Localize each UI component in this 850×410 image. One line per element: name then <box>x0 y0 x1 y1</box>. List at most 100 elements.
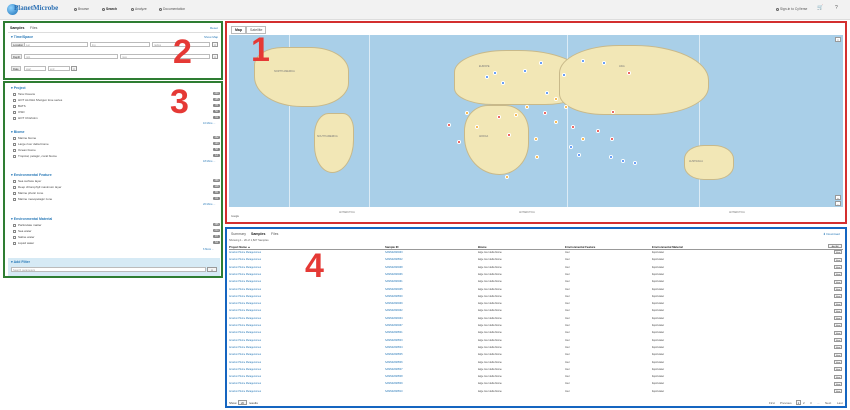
date-remove-button[interactable]: × <box>71 66 77 71</box>
table-cell-sample[interactable]: SAMN02628497 <box>385 324 403 327</box>
table-cell-project[interactable]: Amazon Plume Metagenomes <box>229 382 261 385</box>
facet-item[interactable]: Marine mesopelagic zone <box>13 197 52 201</box>
map-marker-red[interactable] <box>610 137 614 141</box>
checkbox[interactable] <box>13 197 16 201</box>
facet-item[interactable]: Liquid water <box>13 241 34 245</box>
checkbox[interactable] <box>13 142 16 146</box>
table-cell-project[interactable]: Amazon Plume Metagenomes <box>229 288 261 291</box>
page-3[interactable]: 3 <box>810 401 812 405</box>
map-marker-orange[interactable] <box>465 111 469 115</box>
more-link[interactable]: 20 More ... <box>203 203 215 206</box>
depth-min-input[interactable]: min <box>24 54 118 59</box>
table-cell-sample[interactable]: SAMN02628494 <box>385 317 403 320</box>
page-next[interactable]: Next <box>825 401 831 405</box>
row-view-button[interactable]: View <box>834 316 842 321</box>
table-cell-project[interactable]: Amazon Plume Metagenomes <box>229 273 261 276</box>
table-cell-project[interactable]: Amazon Plume Metagenomes <box>229 251 261 254</box>
table-cell-sample[interactable]: SAMN02628503 <box>385 339 403 342</box>
table-cell-project[interactable]: Amazon Plume Metagenomes <box>229 346 261 349</box>
map-marker-orange[interactable] <box>505 175 509 179</box>
table-cell-project[interactable]: Amazon Plume Metagenomes <box>229 309 261 312</box>
brand-logo[interactable]: PlanetMicrobe <box>7 4 58 15</box>
row-view-button[interactable]: View <box>834 345 842 350</box>
map-marker-red[interactable] <box>627 71 631 75</box>
table-cell-sample[interactable]: SAMN02628510 <box>385 390 403 393</box>
table-cell-project[interactable]: Amazon Plume Metagenomes <box>229 258 261 261</box>
facet-item[interactable]: Saline water <box>13 235 35 239</box>
checkbox[interactable] <box>13 116 16 120</box>
facet-item[interactable]: Particulate matter <box>13 223 42 227</box>
facet-item[interactable]: Tara Oceans <box>13 92 35 96</box>
show-map-link[interactable]: Show Map <box>204 35 218 39</box>
world-map[interactable]: NORTH AMERICA SOUTH AMERICA EUROPE AFRIC… <box>229 35 843 221</box>
table-cell-sample[interactable]: SAMN02628493 <box>385 251 403 254</box>
map-marker-red[interactable] <box>543 111 547 115</box>
checkbox[interactable] <box>13 104 16 108</box>
page-last[interactable]: Last <box>837 401 843 405</box>
depth-max-input[interactable]: max <box>120 54 210 59</box>
map-marker-orange[interactable] <box>514 113 518 117</box>
map-marker-blue[interactable] <box>577 153 581 157</box>
map-marker-blue[interactable] <box>485 75 489 79</box>
table-cell-sample[interactable]: SAMN02628496 <box>385 273 403 276</box>
table-cell-project[interactable]: Amazon Plume Metagenomes <box>229 361 261 364</box>
fullscreen-button[interactable]: ⛶ <box>835 37 841 42</box>
map-marker-red[interactable] <box>497 115 501 119</box>
map-marker-blue[interactable] <box>539 61 543 65</box>
facet-project-header[interactable]: ▾ Project <box>11 86 26 90</box>
map-marker-orange[interactable] <box>554 97 558 101</box>
facet-item[interactable]: HOT ALOHA Shotgun time series <box>13 98 62 102</box>
more-link[interactable]: 10 More ... <box>203 122 215 125</box>
facet-item[interactable]: Sea surface layer <box>13 179 41 183</box>
row-view-button[interactable]: View <box>834 265 842 269</box>
map-marker-blue[interactable] <box>602 61 606 65</box>
zoom-in-button[interactable]: + <box>835 195 841 200</box>
facet-item[interactable]: Marine biome <box>13 136 36 140</box>
date-start-input[interactable]: start <box>24 66 46 71</box>
map-marker-blue[interactable] <box>562 73 566 77</box>
map-marker-orange[interactable] <box>525 105 529 109</box>
table-cell-sample[interactable]: SAMN02628500 <box>385 295 403 298</box>
facet-item[interactable]: Marine photic zone <box>13 191 43 195</box>
checkbox[interactable] <box>13 154 16 158</box>
row-view-button[interactable]: View <box>834 250 842 255</box>
checkbox[interactable] <box>13 136 16 140</box>
location-remove-button[interactable]: × <box>212 42 218 47</box>
map-marker-blue[interactable] <box>501 81 505 85</box>
checkbox[interactable] <box>13 223 16 227</box>
map-marker-orange[interactable] <box>534 137 538 141</box>
reset-link[interactable]: Reset <box>210 26 218 30</box>
map-marker-red[interactable] <box>611 110 615 114</box>
facet-item[interactable]: BATS <box>13 104 26 108</box>
row-view-button[interactable]: View <box>834 279 842 284</box>
checkbox[interactable] <box>13 185 16 189</box>
nav-analyze[interactable]: Analyze <box>131 7 147 11</box>
table-cell-sample[interactable]: SAMN02628492 <box>385 309 403 312</box>
map-marker-orange[interactable] <box>535 155 539 159</box>
facet-item[interactable]: Large river delta biome <box>13 142 49 146</box>
row-view-button[interactable]: View <box>834 301 842 306</box>
row-view-button[interactable]: View <box>834 367 842 372</box>
table-cell-sample[interactable]: SAMN02628507 <box>385 368 403 371</box>
table-cell-sample[interactable]: SAMN02628502 <box>385 258 403 261</box>
map-marker-orange[interactable] <box>554 120 558 124</box>
download-link[interactable]: ⬇ Download <box>823 232 840 236</box>
map-marker-red[interactable] <box>596 129 600 133</box>
tab-summary[interactable]: Summary <box>231 232 246 236</box>
facet-item[interactable]: Tropical, pelagic, coral biome <box>13 154 57 158</box>
help-icon[interactable]: ? <box>835 5 838 11</box>
facet-envmaterial-header[interactable]: ▾ Environmental Material <box>11 217 52 221</box>
table-cell-project[interactable]: Amazon Plume Metagenomes <box>229 390 261 393</box>
zoom-out-button[interactable]: − <box>835 201 841 206</box>
map-marker-red[interactable] <box>447 123 451 127</box>
map-marker-blue[interactable] <box>581 59 585 63</box>
depth-remove-button[interactable]: × <box>212 54 218 59</box>
checkbox[interactable] <box>13 235 16 239</box>
page-1[interactable]: 1 <box>796 400 801 405</box>
row-view-button[interactable]: View <box>834 308 842 313</box>
timespace-header[interactable]: ▾ Time/Space <box>11 35 33 39</box>
page-previous[interactable]: Previous <box>780 401 792 405</box>
checkbox[interactable] <box>13 98 16 102</box>
nav-search[interactable]: Search <box>102 7 117 11</box>
row-view-button[interactable]: View <box>834 272 842 277</box>
